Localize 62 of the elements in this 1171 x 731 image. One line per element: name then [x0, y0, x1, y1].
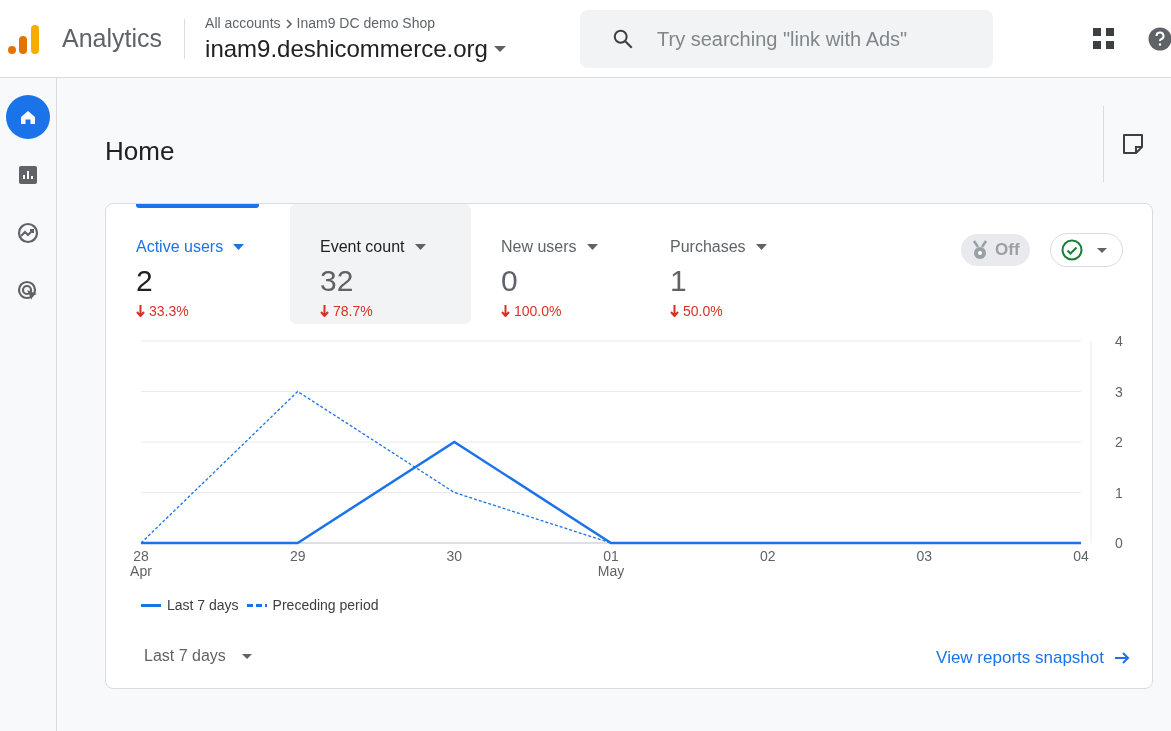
metric-tab[interactable]: Event count 32 78.7% [290, 204, 471, 324]
metric-tab[interactable]: Purchases 1 50.0% [640, 204, 800, 324]
search-icon [612, 28, 634, 50]
axis-label: 04 [1073, 548, 1089, 564]
help-icon[interactable] [1148, 27, 1171, 51]
analytics-logo-icon [8, 22, 40, 55]
down-arrow-icon [320, 305, 329, 317]
metric-tab[interactable]: Active users 2 33.3% [106, 204, 290, 324]
metric-change: 50.0% [683, 301, 723, 321]
metric-value: 1 [670, 262, 688, 299]
down-arrow-icon [136, 305, 145, 317]
view-reports-link[interactable]: View reports snapshot [936, 645, 1130, 671]
metric-label: Active users [136, 236, 224, 257]
caret-icon [233, 243, 245, 250]
arrow-right-icon [1114, 649, 1130, 666]
date-range-dropdown[interactable]: Last 7 days [144, 644, 252, 668]
metric-label: New users [501, 236, 577, 257]
legend-label: Last 7 days [167, 596, 239, 615]
axis-label: 03 [916, 548, 933, 564]
axis-label: 29 [289, 548, 306, 564]
metric-tab[interactable]: New users 0 100.0% [471, 204, 640, 324]
medal-icon [971, 240, 989, 260]
legend-swatch-icon [246, 604, 267, 607]
axis-label: 30 [446, 548, 463, 564]
metric-label: Event count [320, 236, 405, 257]
axis-label: 1 [1115, 484, 1123, 501]
apps-grid-icon[interactable] [1093, 28, 1115, 50]
property-selector[interactable]: inam9.deshicommerce.org [205, 34, 506, 64]
axis-label: 01 May [597, 548, 625, 579]
check-circle-icon [1061, 239, 1083, 261]
axis-label: 4 [1115, 333, 1123, 349]
caret-icon [493, 46, 506, 52]
metric-value: 2 [136, 262, 154, 299]
nav-item[interactable] [6, 95, 50, 139]
product-name: Analytics [62, 22, 163, 54]
search-field[interactable]: Try searching "link with Ads" [580, 10, 993, 68]
metric-value: 32 [320, 262, 355, 299]
axis-label: 3 [1115, 383, 1123, 400]
caret-icon [241, 653, 252, 659]
metric-change: 33.3% [149, 301, 189, 321]
metric-value: 0 [501, 262, 519, 299]
legend-swatch-icon [141, 604, 161, 607]
caret-icon [586, 243, 598, 250]
metric-label: Purchases [670, 236, 746, 257]
trend-chart-icon [16, 221, 40, 245]
breadcrumb-link[interactable]: All accounts [205, 13, 281, 34]
bar-chart-icon [16, 163, 40, 187]
axis-label: 02 [759, 548, 776, 564]
axis-label: 0 [1115, 535, 1123, 551]
axis-label: 2 [1115, 434, 1123, 450]
down-arrow-icon [670, 305, 679, 317]
caret-icon [414, 243, 426, 250]
caret-icon [1097, 247, 1107, 253]
legend-label: Preceding period [272, 596, 379, 615]
breadcrumb-link[interactable]: Inam9 DC demo Shop [296, 13, 436, 34]
note-icon[interactable] [1122, 133, 1144, 155]
down-arrow-icon [501, 305, 510, 317]
caret-icon [755, 243, 767, 250]
metric-change: 78.7% [333, 301, 373, 321]
axis-label: 28 Apr [130, 548, 152, 579]
metric-change: 100.0% [514, 301, 562, 321]
page-title: Home [105, 135, 175, 168]
